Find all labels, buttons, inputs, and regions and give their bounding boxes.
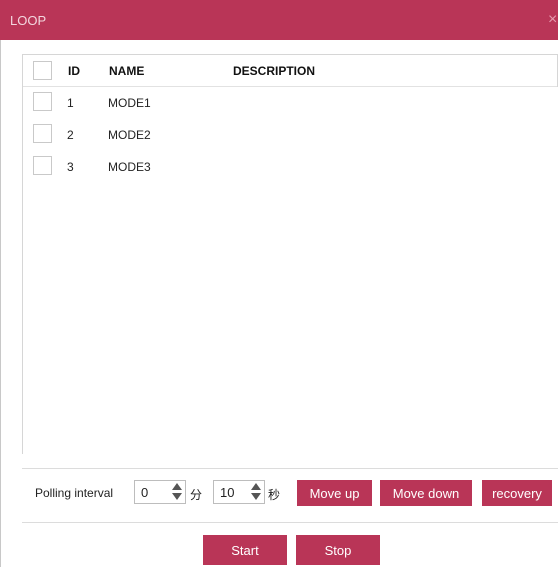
row-checkbox[interactable] (33, 156, 52, 175)
table-row[interactable]: 1 MODE1 (23, 87, 558, 119)
row-name: MODE1 (108, 96, 151, 110)
title-bar: LOOP × (0, 0, 558, 40)
spin-up-icon[interactable] (172, 483, 182, 490)
recovery-button[interactable]: recovery (482, 480, 552, 506)
stop-button[interactable]: Stop (296, 535, 380, 565)
move-down-button[interactable]: Move down (380, 480, 472, 506)
spin-down-icon[interactable] (251, 493, 261, 500)
header-name: NAME (109, 64, 145, 78)
dialog-left-border (0, 40, 1, 567)
row-name: MODE2 (108, 128, 151, 142)
minutes-input[interactable] (141, 484, 165, 500)
minutes-unit-label: 分 (190, 488, 203, 502)
divider (22, 522, 558, 523)
row-id: 3 (67, 160, 74, 174)
row-checkbox[interactable] (33, 124, 52, 143)
start-button[interactable]: Start (203, 535, 287, 565)
minutes-spin-arrows[interactable] (171, 483, 183, 501)
close-icon[interactable]: × (548, 10, 558, 30)
header-id: ID (68, 64, 80, 78)
row-name: MODE3 (108, 160, 151, 174)
row-id: 2 (67, 128, 74, 142)
spin-up-icon[interactable] (251, 483, 261, 490)
move-up-button[interactable]: Move up (297, 480, 372, 506)
seconds-input[interactable] (220, 484, 244, 500)
table-header: ID NAME DESCRIPTION (23, 55, 558, 87)
select-all-checkbox[interactable] (33, 61, 52, 80)
seconds-spin-arrows[interactable] (250, 483, 262, 501)
row-checkbox[interactable] (33, 92, 52, 111)
spin-down-icon[interactable] (172, 493, 182, 500)
row-id: 1 (67, 96, 74, 110)
table-row[interactable]: 2 MODE2 (23, 119, 558, 151)
loop-table: ID NAME DESCRIPTION 1 MODE1 2 MODE2 3 MO… (22, 54, 558, 454)
header-description: DESCRIPTION (233, 64, 316, 78)
seconds-unit-label: 秒 (268, 488, 281, 502)
window-title: LOOP (10, 12, 47, 28)
divider (22, 468, 558, 469)
minutes-stepper[interactable] (134, 480, 186, 504)
table-row[interactable]: 3 MODE3 (23, 151, 558, 183)
seconds-stepper[interactable] (213, 480, 265, 504)
polling-interval-label: Polling interval (35, 486, 114, 500)
